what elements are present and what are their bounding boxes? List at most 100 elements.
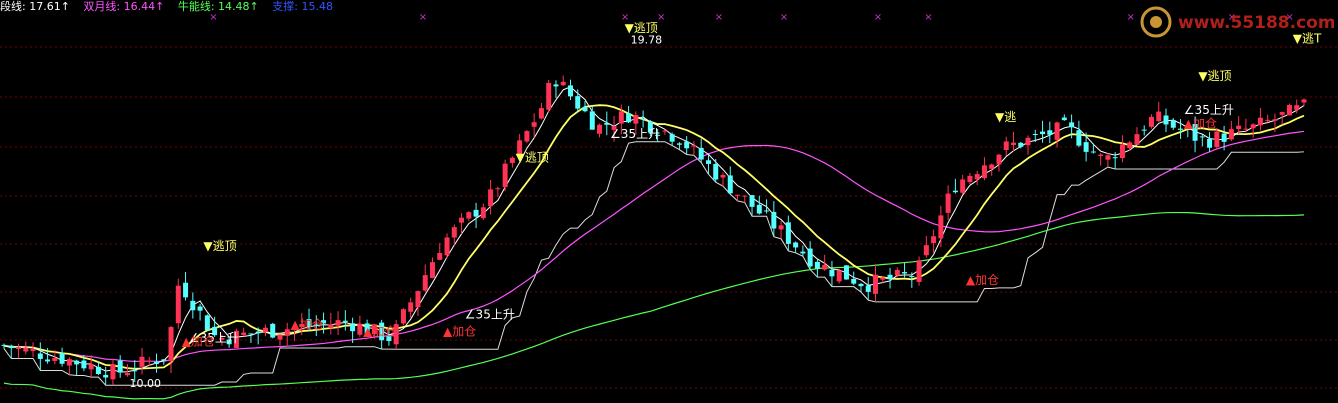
candle-body <box>873 274 879 294</box>
price-annotation: 19.78 <box>631 34 663 47</box>
candle-body <box>1178 128 1184 130</box>
candle-body <box>509 157 515 164</box>
candle-body <box>604 123 610 125</box>
candle-body <box>132 370 138 372</box>
candle-body <box>422 275 428 291</box>
candle-body <box>771 211 777 229</box>
candle-body <box>1236 125 1242 130</box>
candle-body <box>1069 122 1075 128</box>
candle-body <box>1040 131 1046 135</box>
candle-body <box>175 285 181 324</box>
candle-body <box>52 357 58 361</box>
candle-body <box>74 360 80 365</box>
candle-body <box>1076 130 1082 146</box>
candle-body <box>524 131 530 142</box>
watermark-dot-icon <box>1150 16 1162 28</box>
candle-body <box>1207 138 1213 148</box>
candle-body <box>1083 142 1089 152</box>
cross-marker: × <box>209 12 217 23</box>
candle-body <box>1214 131 1220 148</box>
candle-body <box>981 165 987 179</box>
candle-body <box>705 160 711 164</box>
candle-body <box>502 163 508 188</box>
candle-body <box>16 347 22 349</box>
signal-label: ▼逃顶 <box>203 239 236 253</box>
signal-label: ▲加仓 <box>182 335 215 349</box>
candle-body <box>37 353 43 359</box>
cross-marker: × <box>874 12 882 23</box>
candle-body <box>400 309 406 324</box>
candle-body <box>459 217 465 223</box>
candle-body <box>1112 157 1118 159</box>
candle-body <box>582 106 588 112</box>
candle-body <box>1170 120 1176 128</box>
candle-body <box>952 190 958 193</box>
candle-body <box>814 261 820 269</box>
candle-body <box>183 282 189 298</box>
candle-body <box>756 204 762 214</box>
candle-body <box>1265 119 1271 121</box>
candle-body <box>1286 104 1292 116</box>
candle-body <box>1148 116 1154 127</box>
candle-body <box>342 320 348 322</box>
candle-body <box>567 85 573 97</box>
candle-body <box>931 236 937 244</box>
signal-label: ▲加仓 <box>363 324 396 338</box>
candle-body <box>415 291 421 308</box>
cross-marker: × <box>924 12 932 23</box>
candle-body <box>146 360 152 362</box>
candle-body <box>1018 142 1024 147</box>
signal-label: ▲加仓 <box>966 273 999 287</box>
candle-body <box>960 179 966 193</box>
candle-body <box>408 302 414 312</box>
candle-body <box>923 245 929 256</box>
candle-body <box>357 323 363 335</box>
candle-body <box>1010 142 1016 146</box>
candle-body <box>1228 129 1234 140</box>
candle-body <box>270 323 276 338</box>
candle-body <box>1090 151 1096 153</box>
signal-label: ▲加仓 <box>443 324 476 338</box>
candle-body <box>335 320 341 326</box>
candle-body <box>836 270 842 282</box>
candle-body <box>865 285 871 292</box>
signal-label: ▼逃 <box>995 110 1016 124</box>
candle-body <box>764 210 770 212</box>
candle-body <box>110 364 116 380</box>
candle-body <box>495 188 501 190</box>
candle-body <box>488 189 494 207</box>
candle-body <box>139 356 145 367</box>
candle-body <box>8 345 14 349</box>
candle-body <box>103 374 109 378</box>
candle-body <box>241 332 247 336</box>
candle-body <box>30 348 36 352</box>
candle-body <box>785 222 791 244</box>
candle-body <box>1098 154 1104 156</box>
candle-body <box>589 111 595 130</box>
cross-marker: × <box>1126 12 1134 23</box>
signal-label: ∠35上升 <box>465 307 515 321</box>
candle-body <box>945 193 951 213</box>
candle-body <box>154 361 160 364</box>
signal-label: ▲加仓 <box>291 317 324 331</box>
candle-body <box>894 269 900 276</box>
candle-body <box>197 306 203 311</box>
candlestick-chart: × × × × × × × × × × ×▼逃顶▼逃顶▼逃顶▼逃▼逃顶▼逃T∠35上升∠35上升∠3… <box>0 12 1338 400</box>
cross-marker: × <box>657 12 665 23</box>
candle-body <box>1003 141 1009 151</box>
candle-body <box>66 359 72 366</box>
candle-body <box>117 360 123 373</box>
candle-body <box>553 84 559 87</box>
signal-label: ▼逃顶 <box>1198 69 1231 83</box>
signal-label: ∠35上升 <box>610 127 660 141</box>
candle-body <box>95 366 101 375</box>
candle-body <box>204 315 210 331</box>
candle-body <box>1061 117 1067 121</box>
candle-body <box>88 364 94 370</box>
candle-body <box>538 108 544 119</box>
candle-body <box>560 81 566 86</box>
candle-body <box>851 278 857 284</box>
candle-body <box>829 269 835 277</box>
candle-body <box>843 265 849 280</box>
candle-body <box>45 359 51 362</box>
